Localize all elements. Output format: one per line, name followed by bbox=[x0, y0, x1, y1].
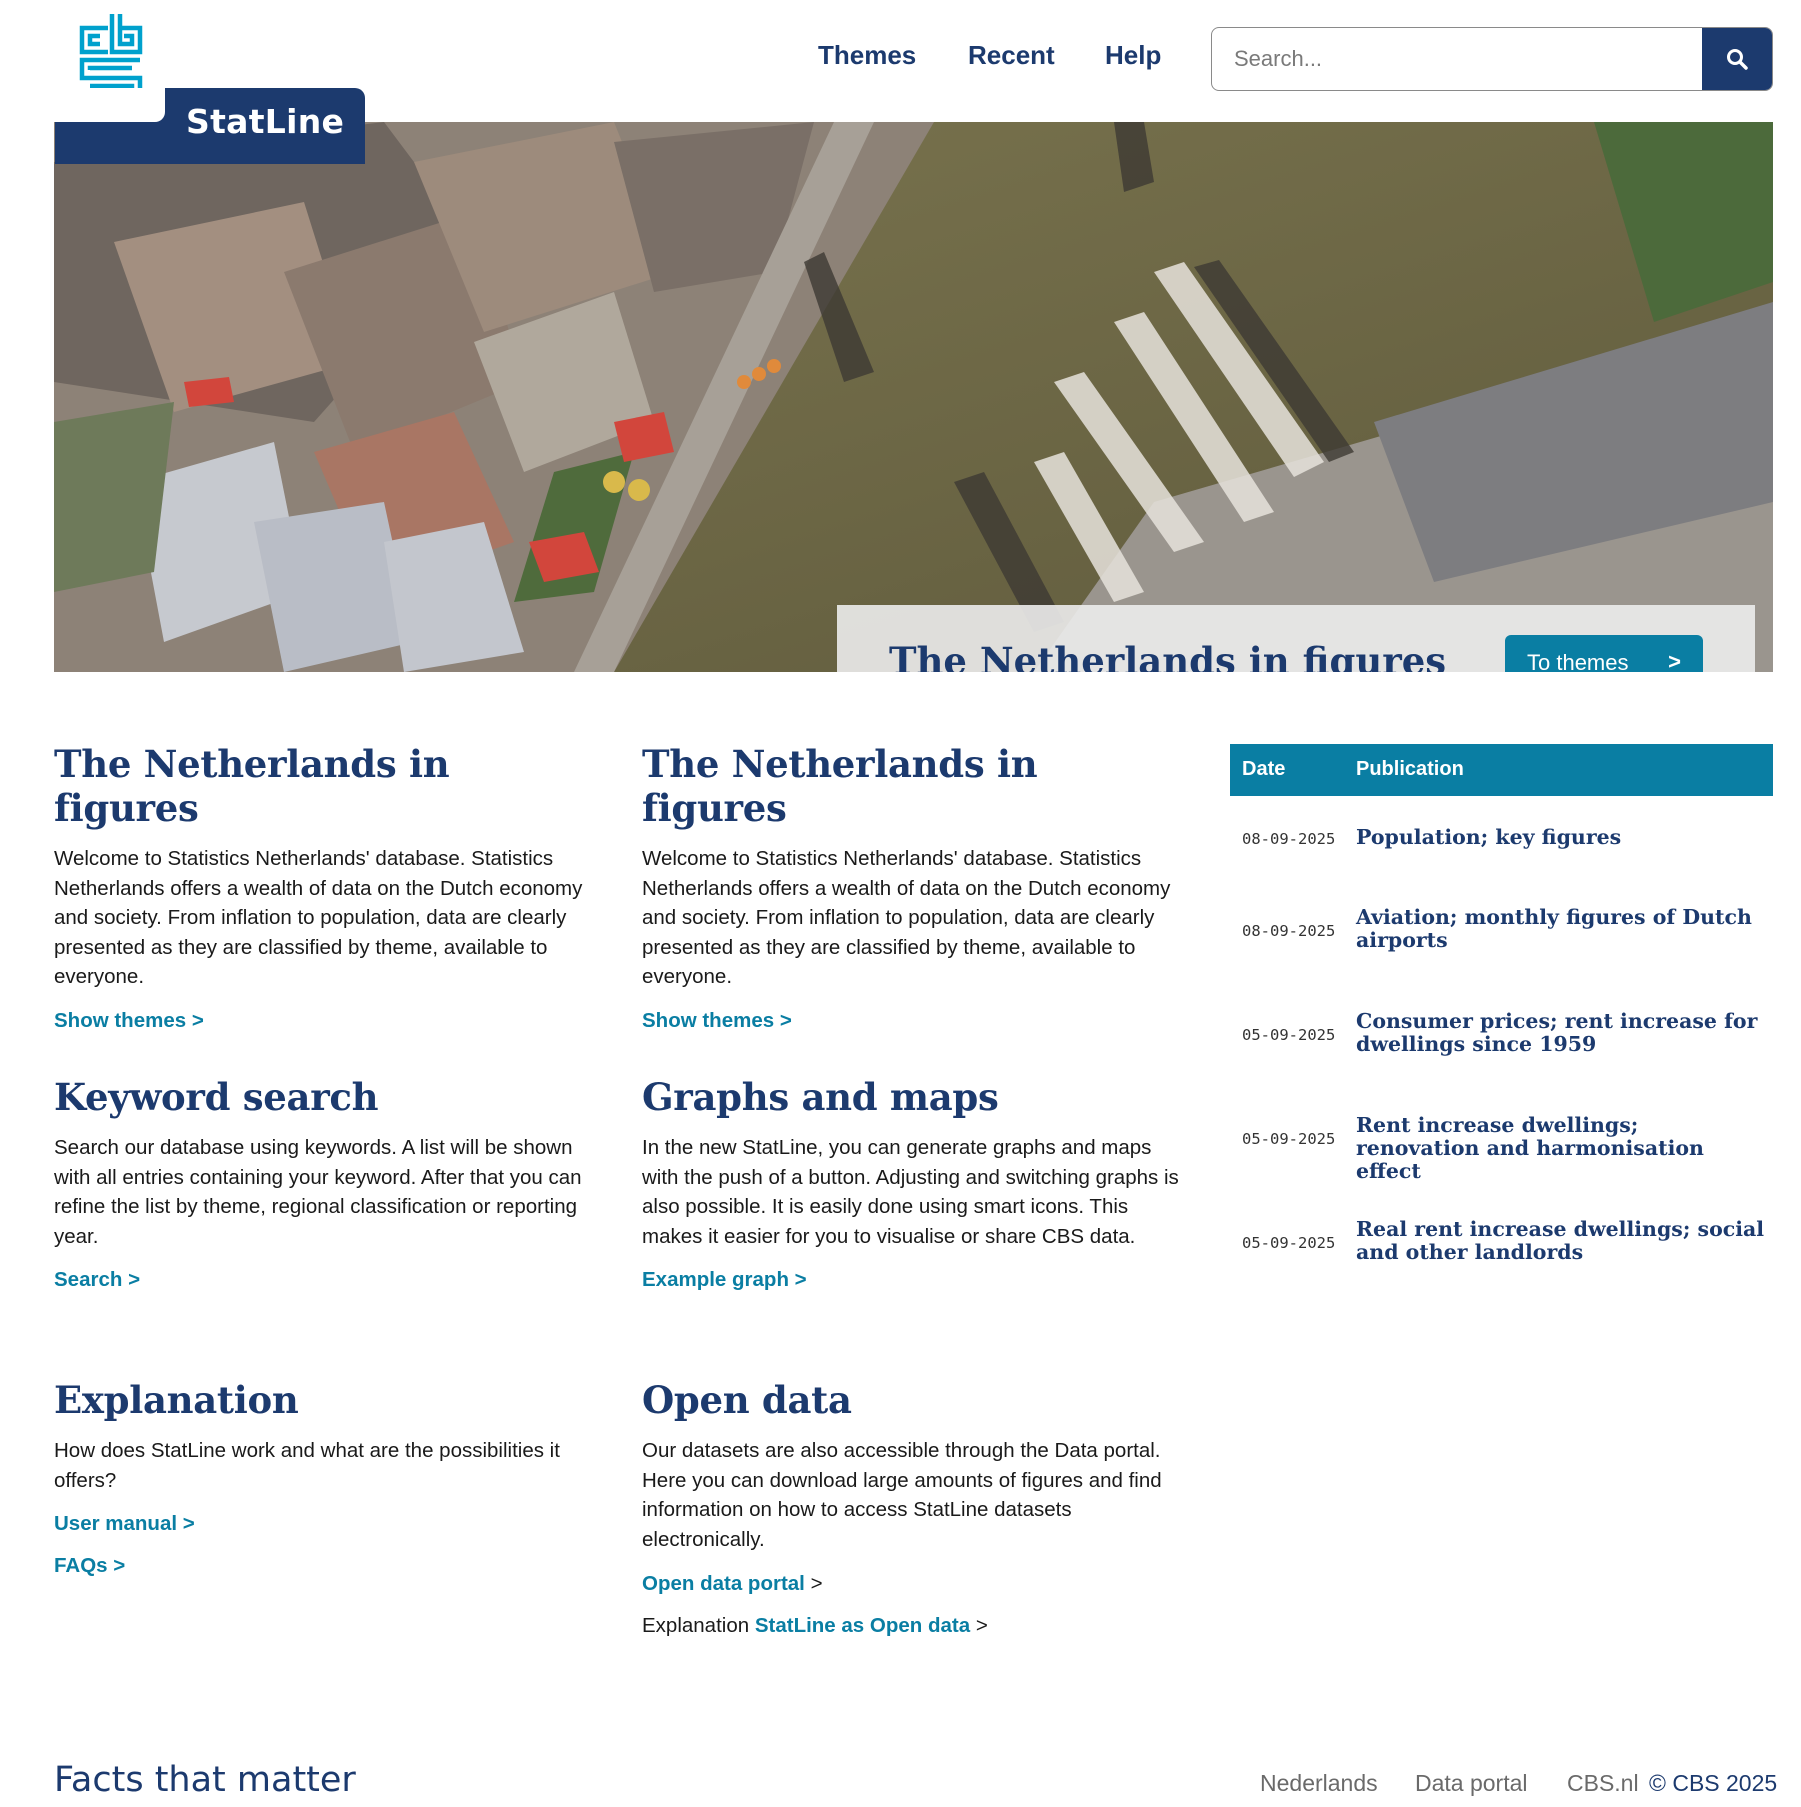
block-title: Graphs and maps bbox=[642, 1075, 999, 1119]
nav-help[interactable]: Help bbox=[1105, 40, 1161, 71]
block-title: Explanation bbox=[54, 1378, 299, 1422]
nav-themes[interactable]: Themes bbox=[818, 40, 916, 71]
search-button[interactable] bbox=[1702, 28, 1772, 90]
block-text: In the new StatLine, you can generate gr… bbox=[642, 1136, 1179, 1248]
block-graphs-and-maps: Graphs and maps In the new StatLine, you… bbox=[642, 1075, 1182, 1292]
open-data-portal-link[interactable]: Open data portal bbox=[642, 1572, 805, 1595]
hero-title: The Netherlands in figures bbox=[889, 639, 1447, 672]
recent-publications-table: Date Publication 08-09-2025 Population; … bbox=[1230, 744, 1773, 1316]
table-row: 08-09-2025 Population; key figures bbox=[1230, 796, 1773, 900]
search-box bbox=[1211, 27, 1773, 91]
block-text: Search our database using keywords. A li… bbox=[54, 1136, 582, 1248]
table-row: 05-09-2025 Rent increase dwellings; reno… bbox=[1230, 1108, 1773, 1212]
block-text: How does StatLine work and what are the … bbox=[54, 1439, 560, 1492]
publication-link[interactable]: Consumer prices; rent increase for dwell… bbox=[1356, 1010, 1766, 1056]
hero-image: The Netherlands in figures To themes > bbox=[54, 122, 1773, 672]
explanation-suffix: > bbox=[970, 1614, 988, 1637]
open-data-portal-line: Open data portal > bbox=[642, 1572, 1182, 1596]
publication-date: 08-09-2025 bbox=[1242, 922, 1336, 940]
block-title: Keyword search bbox=[54, 1075, 379, 1119]
example-graph-link[interactable]: Example graph > bbox=[642, 1268, 1182, 1292]
search-link[interactable]: Search > bbox=[54, 1268, 594, 1292]
search-icon bbox=[1727, 49, 1748, 70]
table-header: Date Publication bbox=[1230, 744, 1773, 796]
statline-brand[interactable]: StatLine bbox=[55, 88, 365, 164]
block-open-data: Open data Our datasets are also accessib… bbox=[642, 1378, 1182, 1638]
block-title: Open data bbox=[642, 1378, 852, 1422]
explanation-prefix: Explanation bbox=[642, 1614, 755, 1637]
publication-date: 08-09-2025 bbox=[1242, 830, 1336, 848]
search-input[interactable] bbox=[1212, 28, 1702, 90]
portal-suffix: > bbox=[804, 1572, 823, 1595]
table-row: 05-09-2025 Consumer prices; rent increas… bbox=[1230, 1004, 1773, 1108]
block-text: Welcome to Statistics Netherlands' datab… bbox=[54, 847, 583, 988]
publication-link[interactable]: Population; key figures bbox=[1356, 826, 1766, 849]
publication-date: 05-09-2025 bbox=[1242, 1234, 1336, 1252]
block-text: Welcome to Statistics Netherlands' datab… bbox=[642, 847, 1171, 988]
block-netherlands-in-figures-2: The Netherlands in figures Welcome to St… bbox=[642, 742, 1182, 1033]
to-themes-label: To themes bbox=[1527, 650, 1629, 672]
hero-banner: The Netherlands in figures To themes > bbox=[837, 605, 1755, 672]
show-themes-link[interactable]: Show themes > bbox=[54, 1009, 594, 1033]
footer-link-nederlands[interactable]: Nederlands bbox=[1260, 1770, 1378, 1797]
block-keyword-search: Keyword search Search our database using… bbox=[54, 1075, 594, 1292]
publication-date: 05-09-2025 bbox=[1242, 1026, 1336, 1044]
table-row: 05-09-2025 Real rent increase dwellings;… bbox=[1230, 1212, 1773, 1316]
nav-recent[interactable]: Recent bbox=[968, 40, 1055, 71]
brand-tab-notch bbox=[55, 88, 165, 122]
block-explanation: Explanation How does StatLine work and w… bbox=[54, 1378, 594, 1578]
footer-link-data-portal[interactable]: Data portal bbox=[1415, 1770, 1528, 1797]
show-themes-link[interactable]: Show themes > bbox=[642, 1009, 1182, 1033]
publication-date: 05-09-2025 bbox=[1242, 1130, 1336, 1148]
statline-open-data-link[interactable]: StatLine as Open data bbox=[755, 1614, 970, 1637]
user-manual-link[interactable]: User manual > bbox=[54, 1512, 594, 1536]
table-row: 08-09-2025 Aviation; monthly figures of … bbox=[1230, 900, 1773, 1004]
publication-link[interactable]: Aviation; monthly figures of Dutch airpo… bbox=[1356, 906, 1766, 952]
publication-link[interactable]: Rent increase dwellings; renovation and … bbox=[1356, 1114, 1766, 1183]
chevron-right-icon: > bbox=[1668, 649, 1681, 672]
faqs-link[interactable]: FAQs > bbox=[54, 1554, 594, 1578]
footer-link-cbs[interactable]: CBS.nl bbox=[1567, 1770, 1639, 1797]
block-text: Our datasets are also accessible through… bbox=[642, 1439, 1162, 1551]
block-title: The Netherlands in figures bbox=[54, 742, 450, 830]
to-themes-button[interactable]: To themes > bbox=[1505, 635, 1703, 672]
footer-copyright: © CBS 2025 bbox=[1649, 1770, 1778, 1796]
publication-link[interactable]: Real rent increase dwellings; social and… bbox=[1356, 1218, 1766, 1264]
header-publication: Publication bbox=[1356, 758, 1464, 780]
block-netherlands-in-figures: The Netherlands in figures Welcome to St… bbox=[54, 742, 594, 1033]
hero-aerial-photo bbox=[54, 122, 1773, 672]
brand-name: StatLine bbox=[186, 102, 345, 141]
header-date: Date bbox=[1242, 758, 1286, 780]
block-title: The Netherlands in figures bbox=[642, 742, 1038, 830]
statline-open-data-line: Explanation StatLine as Open data > bbox=[642, 1614, 1182, 1638]
footer-tagline: Facts that matter bbox=[54, 1760, 356, 1800]
